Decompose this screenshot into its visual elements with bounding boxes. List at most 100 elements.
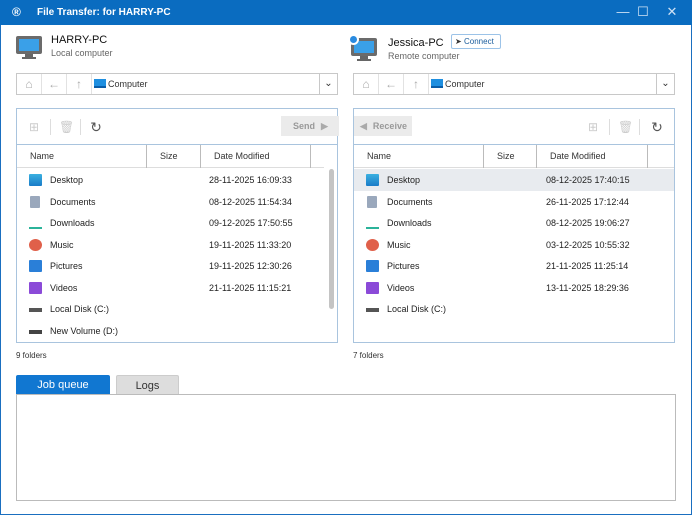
downloads-folder-icon bbox=[366, 217, 379, 229]
file-name: Pictures bbox=[50, 261, 83, 271]
new-folder-icon[interactable]: ⊞ bbox=[586, 120, 600, 134]
file-row[interactable]: Pictures 21-11-2025 11:25:14 bbox=[354, 255, 674, 277]
file-row[interactable]: Videos 21-11-2025 11:15:21 bbox=[17, 277, 324, 299]
refresh-icon[interactable]: ↻ bbox=[89, 120, 103, 134]
computer-icon bbox=[94, 79, 106, 88]
minimize-button[interactable]: — bbox=[613, 4, 633, 20]
local-computer-icon bbox=[16, 36, 42, 60]
up-button[interactable]: ↑ bbox=[67, 74, 92, 94]
back-button[interactable]: ← bbox=[379, 74, 404, 94]
remote-folder-count: 7 folders bbox=[353, 351, 384, 360]
computer-icon bbox=[431, 79, 443, 88]
file-row[interactable]: Local Disk (C:) bbox=[17, 298, 324, 320]
videos-folder-icon bbox=[29, 281, 42, 294]
close-button[interactable]: ✕ bbox=[662, 4, 682, 20]
arrow-left-icon: ◀ bbox=[360, 121, 367, 131]
file-name: Local Disk (C:) bbox=[387, 304, 447, 314]
file-date: 26-11-2025 17:12:44 bbox=[546, 196, 629, 207]
file-row[interactable]: Videos 13-11-2025 18:29:36 bbox=[354, 277, 674, 299]
videos-folder-icon bbox=[366, 281, 379, 294]
file-row[interactable]: Local Disk (C:) bbox=[354, 298, 674, 320]
file-date: 03-12-2025 10:55:32 bbox=[546, 239, 630, 250]
tab-job-queue[interactable]: Job queue bbox=[16, 375, 110, 395]
app-logo-icon: ® bbox=[12, 5, 21, 19]
system-drive-icon bbox=[29, 303, 42, 312]
file-row[interactable]: Downloads 09-12-2025 17:50:55 bbox=[17, 212, 324, 234]
local-computer-name: HARRY-PC bbox=[51, 34, 108, 46]
arrow-right-icon: ▶ bbox=[321, 121, 328, 131]
file-date: 21-11-2025 11:15:21 bbox=[209, 282, 292, 293]
remote-computer-name: Jessica-PC bbox=[388, 37, 444, 49]
music-folder-icon bbox=[29, 238, 42, 251]
remote-file-panel: ◀ Receive ⊞ 🗑 ↻ Name Size Date Modified D… bbox=[353, 108, 675, 343]
divider bbox=[639, 119, 640, 135]
file-row[interactable]: Desktop 08-12-2025 17:40:15 bbox=[354, 169, 674, 191]
local-file-panel: ⊞ 🗑 ↻ Send ▶ Name Size Date Modified Desk… bbox=[16, 108, 339, 343]
job-queue-list bbox=[16, 394, 676, 501]
remote-signal-icon bbox=[348, 34, 359, 45]
file-date: 21-11-2025 11:25:14 bbox=[546, 261, 629, 271]
file-name: Downloads bbox=[387, 218, 432, 228]
path-dropdown-chevron-icon[interactable]: ⌄ bbox=[319, 74, 337, 94]
remote-path-text: Computer bbox=[445, 79, 485, 89]
file-row[interactable]: New Volume (D:) bbox=[17, 320, 324, 342]
delete-icon[interactable]: 🗑 bbox=[59, 120, 74, 134]
desktop-folder-icon bbox=[29, 174, 42, 186]
column-name[interactable]: Name bbox=[354, 145, 484, 168]
file-row[interactable]: Pictures 19-11-2025 12:30:26 bbox=[17, 255, 324, 277]
file-name: Documents bbox=[50, 196, 96, 207]
column-name[interactable]: Name bbox=[17, 145, 147, 168]
column-date-modified[interactable]: Date Modified bbox=[201, 145, 311, 168]
local-path-text: Computer bbox=[108, 79, 148, 89]
file-row[interactable]: Music 03-12-2025 10:55:32 bbox=[354, 234, 674, 256]
delete-icon[interactable]: 🗑 bbox=[618, 120, 633, 134]
remote-toolbar: ◀ Receive ⊞ 🗑 ↻ bbox=[354, 109, 674, 145]
local-toolbar: ⊞ 🗑 ↻ Send ▶ bbox=[17, 109, 339, 145]
receive-button[interactable]: ◀ Receive bbox=[354, 116, 412, 136]
receive-label: Receive bbox=[372, 121, 407, 131]
file-row[interactable]: Documents 08-12-2025 11:54:34 bbox=[17, 191, 324, 213]
file-row[interactable]: Desktop 28-11-2025 16:09:33 bbox=[17, 169, 324, 191]
tab-logs[interactable]: Logs bbox=[116, 375, 179, 395]
window-title: File Transfer: for HARRY-PC bbox=[37, 7, 171, 18]
file-row[interactable]: Music 19-11-2025 11:33:20 bbox=[17, 234, 324, 256]
music-folder-icon bbox=[366, 238, 379, 251]
path-dropdown-chevron-icon[interactable]: ⌄ bbox=[656, 74, 674, 94]
file-row[interactable]: Documents 26-11-2025 17:12:44 bbox=[354, 191, 674, 213]
divider bbox=[80, 119, 81, 135]
refresh-icon[interactable]: ↻ bbox=[650, 120, 664, 134]
remote-path-field[interactable]: Computer bbox=[429, 74, 656, 94]
column-size[interactable]: Size bbox=[484, 145, 537, 168]
desktop-folder-icon bbox=[366, 174, 379, 186]
title-bar: ® File Transfer: for HARRY-PC — ☐ ✕ bbox=[0, 0, 692, 25]
downloads-folder-icon bbox=[29, 217, 42, 229]
file-name: Local Disk (C:) bbox=[50, 304, 110, 314]
connect-button[interactable]: ➤ Connect bbox=[451, 34, 501, 49]
send-button[interactable]: Send ▶ bbox=[281, 116, 339, 136]
column-size[interactable]: Size bbox=[147, 145, 201, 168]
documents-folder-icon bbox=[367, 195, 377, 208]
file-name: Music bbox=[50, 239, 74, 250]
back-button[interactable]: ← bbox=[42, 74, 67, 94]
file-date: 19-11-2025 11:33:20 bbox=[209, 239, 292, 250]
file-date: 28-11-2025 16:09:33 bbox=[209, 175, 292, 185]
scrollbar[interactable] bbox=[329, 169, 334, 309]
documents-folder-icon bbox=[30, 195, 40, 208]
drive-icon bbox=[29, 325, 42, 334]
file-row[interactable]: Downloads 08-12-2025 19:06:27 bbox=[354, 212, 674, 234]
local-path-field[interactable]: Computer bbox=[92, 74, 319, 94]
file-name: Pictures bbox=[387, 261, 420, 271]
file-date: 08-12-2025 11:54:34 bbox=[209, 196, 292, 207]
new-folder-icon[interactable]: ⊞ bbox=[27, 120, 41, 134]
maximize-button[interactable]: ☐ bbox=[633, 4, 653, 20]
file-name: Desktop bbox=[387, 175, 421, 185]
up-button[interactable]: ↑ bbox=[404, 74, 429, 94]
file-date: 09-12-2025 17:50:55 bbox=[209, 218, 293, 228]
file-name: Videos bbox=[387, 282, 415, 293]
file-name: Videos bbox=[50, 282, 78, 293]
home-button[interactable]: ⌂ bbox=[354, 74, 379, 94]
remote-column-header: Name Size Date Modified bbox=[354, 145, 674, 168]
file-name: Desktop bbox=[50, 175, 84, 185]
column-date-modified[interactable]: Date Modified bbox=[537, 145, 648, 168]
home-button[interactable]: ⌂ bbox=[17, 74, 42, 94]
